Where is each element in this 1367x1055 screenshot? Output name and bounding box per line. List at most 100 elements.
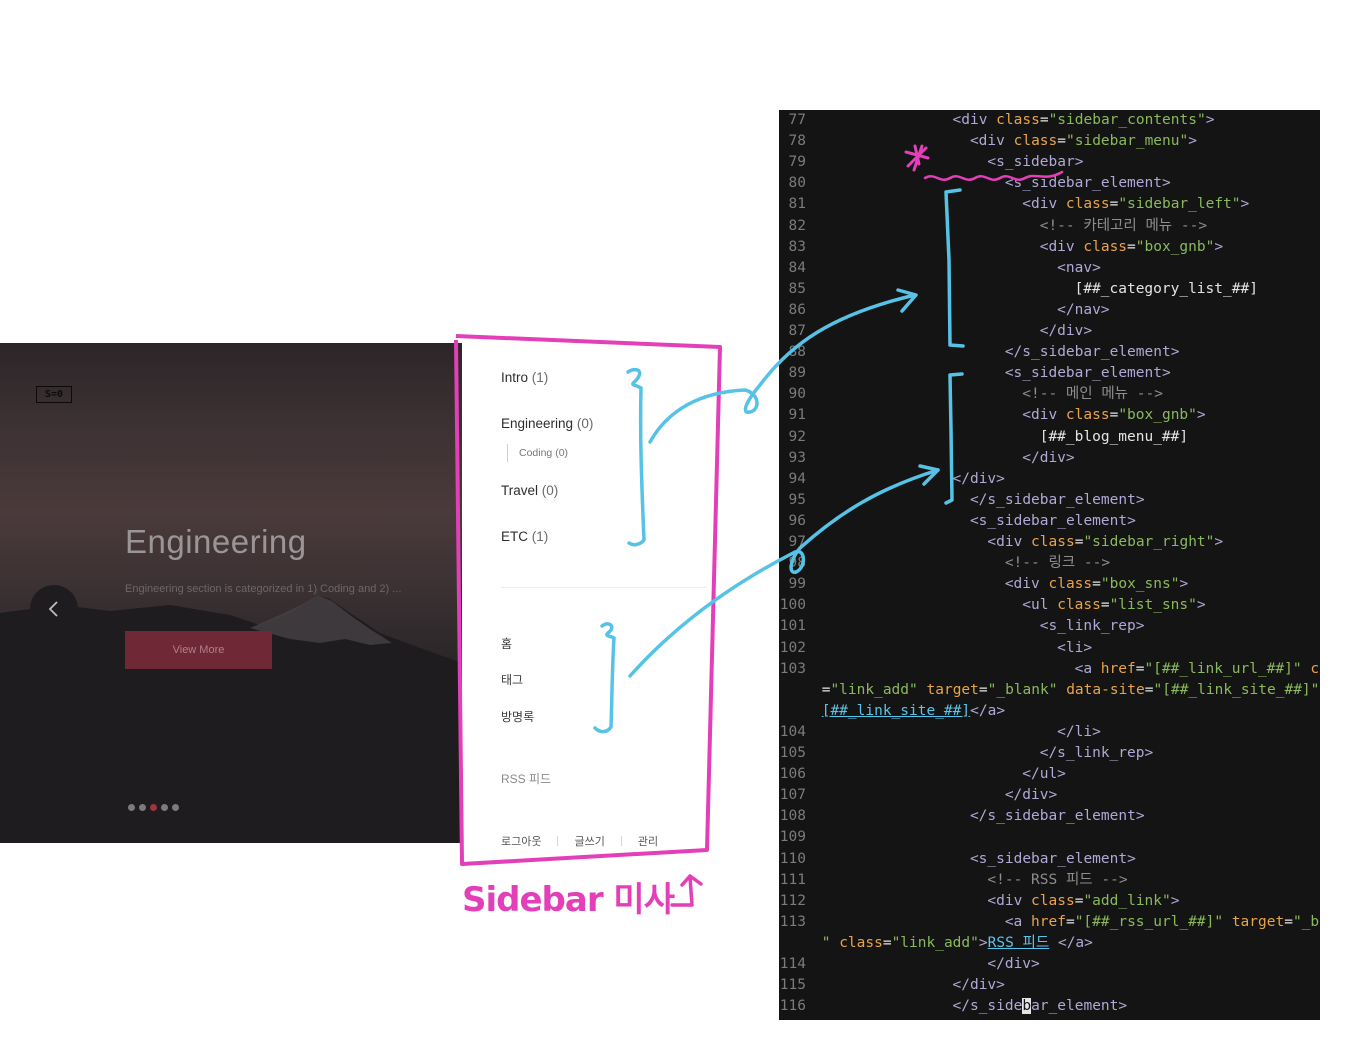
code-line[interactable]: 112 <div class="add_link"> (779, 891, 1320, 912)
code-line[interactable]: 105 </s_link_rep> (779, 743, 1320, 764)
slide-dot[interactable] (139, 804, 146, 811)
menu-item-tag[interactable]: 태그 (501, 671, 523, 688)
code-line[interactable]: 101 <s_link_rep> (779, 616, 1320, 637)
code-token: <nav> (1057, 259, 1101, 276)
code-token: </div> (1004, 787, 1058, 804)
code-token: ar_element> (1031, 998, 1128, 1015)
line-number: 102 (779, 639, 806, 656)
category-intro[interactable]: Intro (1) (501, 370, 548, 385)
code-token: </a> (1049, 934, 1093, 951)
slide-dot[interactable] (172, 804, 179, 811)
code-line[interactable]: 106 </ul> (779, 764, 1320, 785)
admin-link[interactable]: 관리 (638, 833, 658, 849)
site-logo[interactable]: S=0 (36, 386, 72, 403)
category-etc[interactable]: ETC (1) (501, 529, 548, 544)
code-token: <!-- 링크 --> (1004, 555, 1111, 572)
footer-divider (620, 836, 622, 846)
code-token: <div (987, 892, 1032, 909)
code-line[interactable]: ="link_add" target="_blank" data-site="[… (779, 680, 1320, 701)
code-token: = (1144, 681, 1154, 698)
code-token: class (1310, 660, 1320, 677)
slide-dot-active[interactable] (150, 804, 157, 811)
logout-link[interactable]: 로그아웃 (501, 833, 541, 849)
code-text: </s_sidebar_element> (970, 806, 1145, 827)
footer-divider (557, 836, 559, 846)
code-line[interactable]: [##_link_site_##]</a> (779, 701, 1320, 722)
code-line[interactable]: 103 <a href="[##_link_url_##]" class (779, 659, 1320, 680)
code-editor[interactable]: 77 <div class="sidebar_contents"> 78 <div c… (779, 110, 1320, 1020)
line-number: 93 (788, 449, 806, 466)
code-line[interactable]: 85 [##_category_list_##] (779, 279, 1320, 300)
category-engineering[interactable]: Engineering (0) (501, 416, 593, 431)
code-token: > (1214, 238, 1224, 255)
subcategory-coding[interactable]: Coding (0) (507, 444, 568, 462)
code-line[interactable]: 83 <div class="box_gnb"> (779, 237, 1320, 258)
code-token: target (1231, 913, 1285, 930)
code-token: = (1039, 112, 1049, 128)
code-line[interactable]: 88 </s_sidebar_element> (779, 342, 1320, 363)
code-line[interactable]: 110 <s_sidebar_element> (779, 849, 1320, 870)
menu-item-guestbook[interactable]: 방명록 (501, 708, 534, 725)
code-line[interactable]: 80 <s_sidebar_element> (779, 173, 1320, 194)
code-line[interactable]: 98 <!-- 링크 --> (779, 553, 1320, 574)
code-line[interactable]: 113<a href="[##_rss_url_##]" target="_bl… (779, 912, 1320, 933)
slide-dot[interactable] (128, 804, 135, 811)
code-line[interactable]: 107 </div> (779, 785, 1320, 806)
code-text: <s_sidebar_element> (1005, 363, 1171, 384)
code-line[interactable]: 90 <!-- 메인 메뉴 --> (779, 384, 1320, 405)
line-number: 82 (788, 217, 806, 234)
code-line[interactable]: 89 <s_sidebar_element> (779, 363, 1320, 384)
code-token: <li> (1057, 639, 1093, 656)
code-line[interactable]: 114 </div> (779, 954, 1320, 975)
view-more-button[interactable]: View More (125, 631, 272, 669)
code-line[interactable]: 115 </div> (779, 975, 1320, 996)
code-text: </div> (987, 954, 1039, 975)
code-line[interactable]: 79 <s_sidebar> (779, 152, 1320, 173)
code-token: > (1205, 112, 1215, 128)
code-line[interactable]: 116 </s_sidebar_element> (779, 996, 1320, 1017)
code-line[interactable]: 91 <div class="box_gnb"> (779, 405, 1320, 426)
code-token: > (978, 934, 988, 951)
code-line[interactable]: 108 </s_sidebar_element> (779, 806, 1320, 827)
code-line[interactable]: 102 <li> (779, 638, 1320, 659)
code-line[interactable]: 99 <div class="box_sns"> (779, 574, 1320, 595)
write-link[interactable]: 글쓰기 (574, 833, 604, 849)
category-name: ETC (501, 529, 528, 544)
slide-dot[interactable] (161, 804, 168, 811)
code-line[interactable]: 94 </div> (779, 469, 1320, 490)
code-line[interactable]: 77 <div class="sidebar_contents"> (779, 110, 1320, 131)
code-line[interactable]: 84 <nav> (779, 258, 1320, 279)
line-number: 112 (779, 892, 806, 909)
category-count: (1) (531, 370, 549, 385)
code-line[interactable]: 78 <div class="sidebar_menu"> (779, 131, 1320, 152)
code-line[interactable]: 100 <ul class="list_sns"> (779, 595, 1320, 616)
line-number: 110 (779, 850, 806, 867)
code-token: > (1240, 196, 1250, 213)
code-line[interactable]: 93 </div> (779, 448, 1320, 469)
menu-item-home[interactable]: 홈 (501, 635, 512, 652)
category-travel[interactable]: Travel (0) (501, 483, 558, 498)
code-token: </s_sidebar_element> (969, 808, 1145, 825)
code-line[interactable]: 95 </s_sidebar_element> (779, 490, 1320, 511)
code-line[interactable]: 86 </nav> (779, 300, 1320, 321)
code-token: <div (1004, 576, 1049, 593)
code-line[interactable]: 96 <s_sidebar_element> (779, 511, 1320, 532)
code-line[interactable]: 92 [##_blog_menu_##] (779, 427, 1320, 448)
prev-slide-button[interactable] (30, 585, 78, 633)
line-number: 90 (788, 386, 806, 403)
code-line[interactable]: 109 (779, 827, 1320, 848)
code-text: [##_blog_menu_##] (1040, 427, 1188, 448)
code-line[interactable]: 87 </div> (779, 321, 1320, 342)
code-line[interactable]: 82 <!-- 카테고리 메뉴 --> (779, 216, 1320, 237)
code-line[interactable]: 104 </li> (779, 722, 1320, 743)
code-line[interactable]: 97 <div class="sidebar_right"> (779, 532, 1320, 553)
rss-feed-link[interactable]: RSS 피드 (501, 770, 551, 787)
code-line[interactable]: 81 <div class="sidebar_left"> (779, 194, 1320, 215)
code-text: </div> (1022, 448, 1074, 469)
code-line[interactable]: " class="link_add">RSS 피드 </a> (779, 933, 1320, 954)
line-number: 106 (779, 766, 806, 783)
code-token: <a (1004, 913, 1032, 930)
slide-pagination (128, 804, 179, 812)
code-line[interactable]: 111 <!-- RSS 피드 --> (779, 870, 1320, 891)
